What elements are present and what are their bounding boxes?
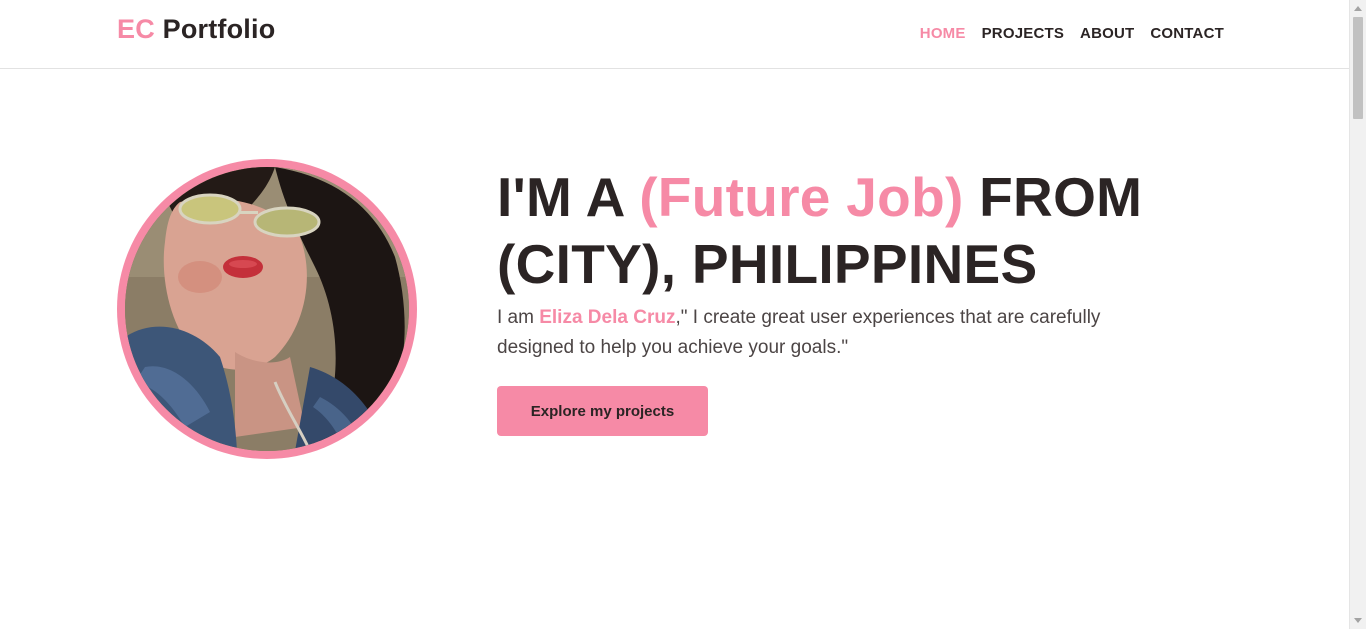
profile-photo-icon: [125, 167, 409, 451]
avatar: [125, 167, 409, 451]
explore-projects-button[interactable]: Explore my projects: [497, 386, 708, 436]
scroll-down-icon[interactable]: [1354, 618, 1362, 623]
nav-home[interactable]: HOME: [920, 25, 966, 42]
nav-projects[interactable]: PROJECTS: [982, 25, 1064, 42]
brand-initials: EC: [117, 14, 155, 44]
main-nav: HOME PROJECTS ABOUT CONTACT: [920, 25, 1224, 42]
avatar-frame: [117, 159, 417, 459]
scroll-up-icon[interactable]: [1354, 6, 1362, 11]
headline-part-1: I'M A: [497, 166, 640, 228]
intro-name: Eliza Dela Cruz: [539, 307, 676, 328]
hero-intro: I am Eliza Dela Cruz," I create great us…: [497, 303, 1177, 363]
nav-contact[interactable]: CONTACT: [1150, 25, 1224, 42]
scroll-thumb[interactable]: [1353, 17, 1363, 119]
site-header: EC Portfolio HOME PROJECTS ABOUT CONTACT: [0, 0, 1349, 69]
brand-title: Portfolio: [162, 14, 276, 44]
page: EC Portfolio HOME PROJECTS ABOUT CONTACT: [0, 0, 1349, 629]
hero-headline: I'M A (Future Job) FROM (CITY), PHILIPPI…: [497, 164, 1197, 298]
intro-prefix: I am: [497, 307, 540, 328]
headline-highlight: (Future Job): [639, 166, 964, 228]
brand-logo[interactable]: EC Portfolio: [117, 14, 275, 45]
nav-about[interactable]: ABOUT: [1080, 25, 1134, 42]
vertical-scrollbar[interactable]: [1349, 0, 1366, 629]
